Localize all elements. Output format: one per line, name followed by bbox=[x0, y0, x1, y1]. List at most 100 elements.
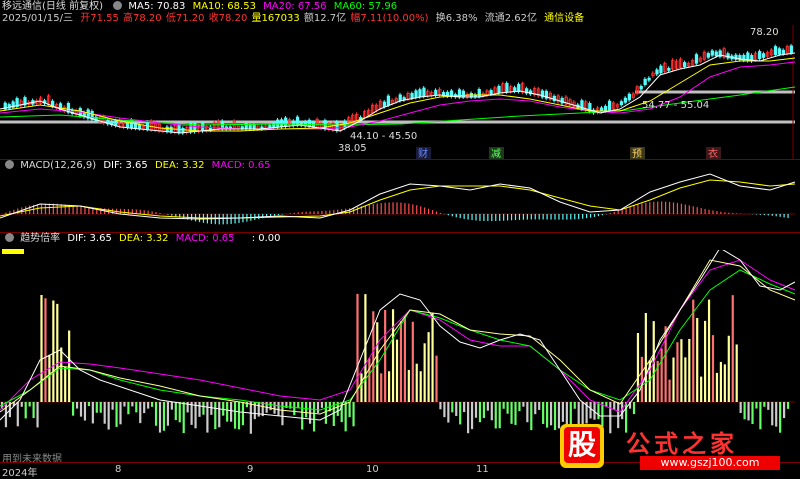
candle-body bbox=[706, 53, 710, 58]
ma10-label: MA10: 68.53 bbox=[192, 1, 256, 12]
high-price-label: 78.20 bbox=[750, 27, 779, 38]
quote-sector[interactable]: 通信设备 bbox=[544, 13, 584, 25]
quote-change: 幅7.11(10.00%) bbox=[350, 13, 429, 24]
macd-dif: DIF: 3.65 bbox=[103, 160, 148, 171]
candle-body bbox=[114, 120, 118, 126]
candle-body bbox=[623, 97, 628, 103]
quote-float: 流通2.62亿 bbox=[484, 13, 537, 24]
candle-body bbox=[386, 95, 391, 106]
candle-body bbox=[272, 122, 276, 129]
quote-open: 开71.55 bbox=[80, 13, 119, 24]
candle-body bbox=[714, 51, 718, 57]
candle-body bbox=[382, 101, 387, 108]
settings-gear-icon[interactable] bbox=[113, 1, 123, 10]
candle-body bbox=[667, 67, 671, 71]
candle-body bbox=[762, 53, 766, 58]
candle-body bbox=[758, 51, 762, 60]
quote-amount: 额12.7亿 bbox=[303, 13, 347, 24]
candle-body bbox=[643, 78, 647, 86]
macd-histogram bbox=[5, 201, 789, 225]
candle-body bbox=[414, 90, 418, 98]
logo-char: 股 bbox=[564, 427, 600, 463]
ma5-label: MA5: 70.83 bbox=[128, 1, 186, 12]
quote-close: 收78.20 bbox=[208, 13, 248, 24]
candle-body bbox=[655, 69, 659, 75]
macd-header: MACD(12,26,9) DIF: 3.65 DEA: 3.32 MACD: … bbox=[2, 160, 274, 172]
ma20-label: MA20: 67.56 bbox=[263, 1, 327, 12]
candle-body bbox=[169, 126, 173, 133]
candle-body bbox=[777, 48, 782, 55]
candle-body bbox=[781, 49, 786, 55]
candle-body bbox=[619, 101, 624, 106]
logo-url[interactable]: www.gszj100.com bbox=[640, 456, 780, 470]
axis-year: 2024年 bbox=[2, 468, 38, 479]
site-logo: 股 公式之家 www.gszj100.com bbox=[560, 424, 796, 472]
macd-chart[interactable] bbox=[0, 172, 800, 232]
candle-body bbox=[517, 84, 521, 92]
axis-month-9: 9 bbox=[247, 464, 254, 475]
logo-text: 公式之家 bbox=[626, 430, 738, 458]
low-price-label: 38.05 bbox=[338, 143, 367, 154]
quote-volume: 量167033 bbox=[251, 13, 300, 24]
candle-body bbox=[402, 97, 406, 101]
candle-body bbox=[694, 54, 699, 64]
candle-body bbox=[726, 53, 730, 59]
axis-month-8: 8 bbox=[115, 464, 122, 475]
stock-title[interactable]: 移远通信(日线 前复权) bbox=[2, 1, 103, 13]
candle-body bbox=[639, 85, 643, 90]
quote-low: 低71.20 bbox=[165, 13, 205, 24]
mid-range-label: 54.77 - 55.04 bbox=[642, 100, 709, 111]
candle-body bbox=[291, 120, 296, 127]
candle-body bbox=[604, 105, 608, 112]
candle-body bbox=[248, 124, 252, 130]
macd-title[interactable]: MACD(12,26,9) bbox=[20, 160, 96, 172]
candle-body bbox=[165, 126, 169, 132]
quote-turnover: 换6.38% bbox=[435, 13, 478, 24]
candle-body bbox=[489, 90, 493, 95]
candle-body bbox=[434, 89, 438, 96]
custom-dif: DIF: 3.65 bbox=[67, 233, 112, 244]
candle-body bbox=[284, 117, 288, 127]
ma60-label: MA60: 57.96 bbox=[333, 1, 398, 12]
candle-body bbox=[683, 62, 687, 68]
macd-dea: DEA: 3.32 bbox=[154, 160, 205, 171]
axis-month-10: 10 bbox=[366, 464, 379, 475]
candle-body bbox=[280, 119, 284, 128]
candle-body bbox=[627, 93, 631, 101]
quote-date: 2025/01/15/三 bbox=[2, 13, 74, 24]
candle-body bbox=[497, 85, 501, 94]
custom-dea: DEA: 3.32 bbox=[119, 233, 169, 244]
candle-body bbox=[461, 90, 466, 98]
candle-body bbox=[789, 45, 793, 54]
custom-header: 趋势倍率 DIF: 3.65 DEA: 3.32 MACD: 0.65 : 0.… bbox=[2, 233, 285, 245]
header-row-1: 移远通信(日线 前复权) MA5: 70.83 MA10: 68.53 MA20… bbox=[2, 1, 401, 13]
custom-chart[interactable] bbox=[0, 250, 800, 450]
custom-title[interactable]: 趋势倍率 bbox=[20, 233, 60, 245]
candle-body bbox=[710, 50, 714, 56]
candle-body bbox=[410, 93, 414, 99]
candle-body bbox=[137, 124, 142, 130]
candle-body bbox=[398, 94, 402, 101]
custom-macd: MACD: 0.65 bbox=[175, 233, 235, 244]
header-row-2: 2025/01/15/三 开71.55 高78.20 低71.20 收78.20… bbox=[2, 13, 588, 25]
candle-body bbox=[335, 121, 339, 132]
custom-extra: : 0.00 bbox=[251, 233, 281, 244]
candle-body bbox=[422, 87, 426, 97]
candle-body bbox=[607, 100, 612, 111]
macd-macd: MACD: 0.65 bbox=[211, 160, 271, 171]
candle-body bbox=[505, 82, 509, 93]
candle-body bbox=[773, 46, 778, 56]
candle-body bbox=[659, 65, 663, 74]
macd-settings-icon[interactable] bbox=[5, 160, 14, 169]
candle-body bbox=[418, 89, 422, 98]
custom-histogram bbox=[0, 293, 790, 434]
candle-body bbox=[307, 119, 312, 127]
axis-month-11: 11 bbox=[476, 464, 489, 475]
quote-high: 高78.20 bbox=[123, 13, 162, 24]
custom-settings-icon[interactable] bbox=[5, 233, 14, 242]
low-range-label: 44.10 - 45.50 bbox=[350, 131, 417, 142]
candle-body bbox=[647, 77, 651, 81]
candle-body bbox=[252, 124, 256, 130]
candle-body bbox=[513, 87, 517, 92]
price-chart[interactable]: 78.20 54.77 - 55.04 44.10 - 45.50 38.05 … bbox=[0, 25, 800, 160]
